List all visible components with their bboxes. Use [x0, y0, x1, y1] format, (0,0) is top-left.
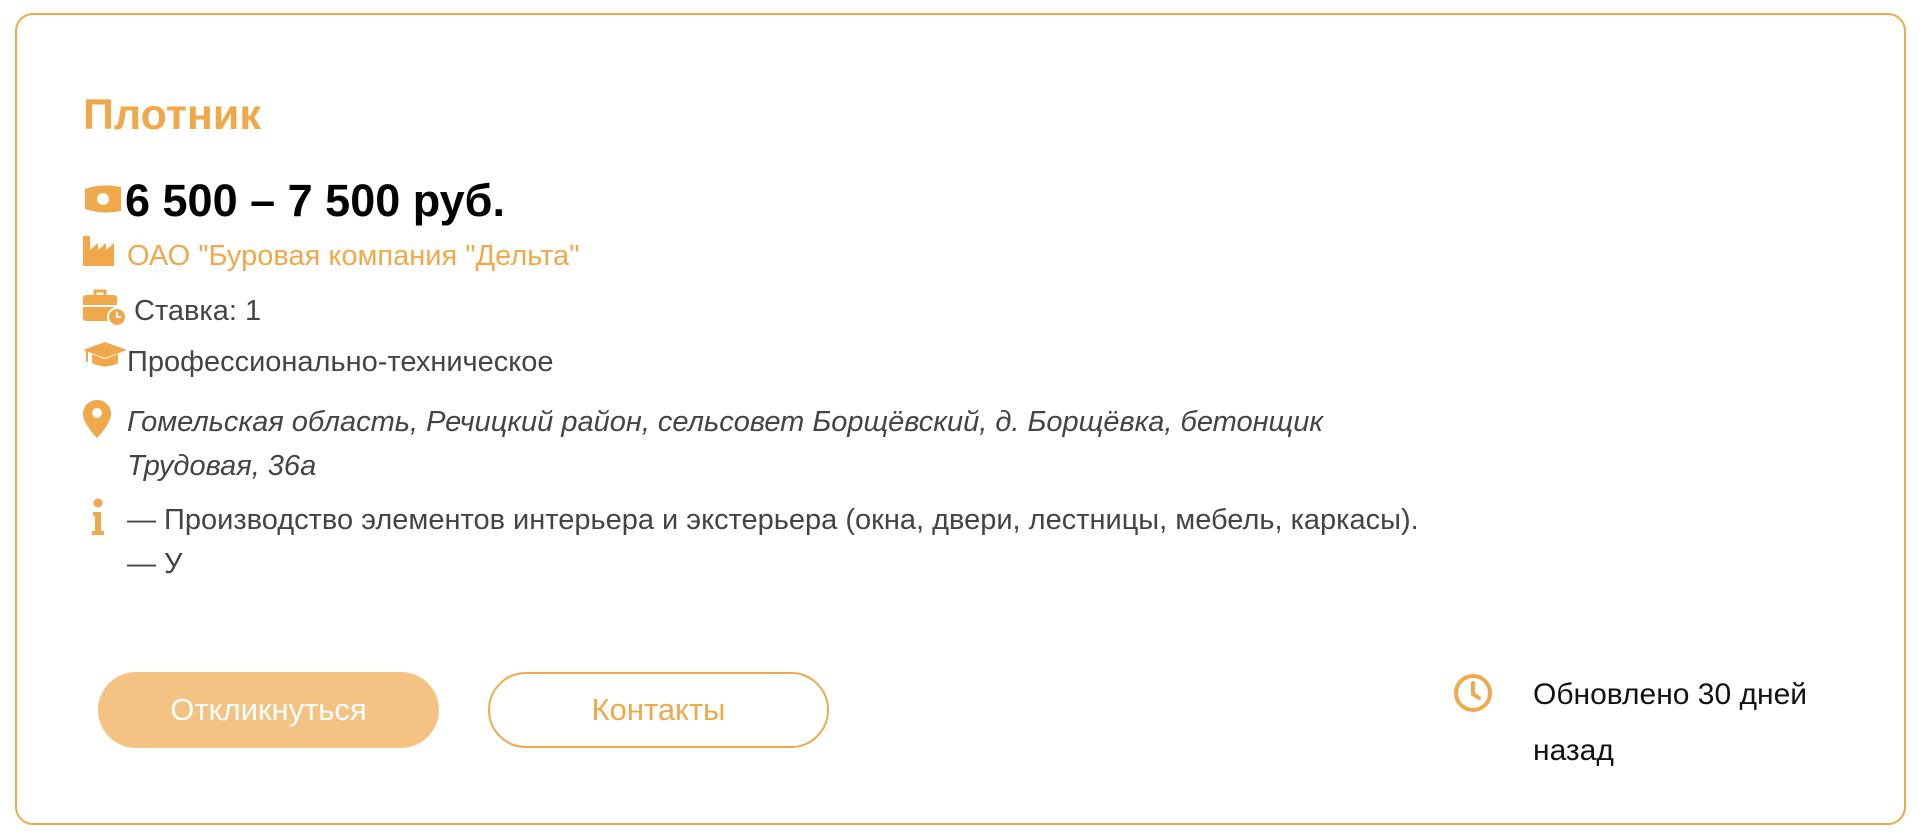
description-text: — Производство элементов интерьера и экс… — [127, 504, 1419, 580]
company-row: ОАО "Буровая компания "Дельта" — [83, 234, 579, 278]
address-row: Гомельская область, Речицкий район, сель… — [83, 400, 1427, 488]
rate-row: Ставка: 1 — [83, 289, 261, 333]
factory-icon — [83, 234, 127, 266]
info-icon — [83, 498, 127, 536]
salary-row: 6 500 – 7 500 руб. — [83, 175, 505, 227]
clock-icon — [1453, 673, 1493, 718]
address-value: Гомельская область, Речицкий район, сель… — [127, 406, 1324, 482]
apply-button[interactable]: Откликнуться — [98, 672, 439, 748]
description-row: — Производство элементов интерьера и экс… — [83, 498, 1427, 586]
salary-value: 6 500 – 7 500 руб. — [125, 175, 505, 226]
map-pin-icon — [83, 400, 127, 438]
updated-info: Обновлено 30 дней назад — [1453, 667, 1853, 779]
graduation-cap-icon — [83, 340, 127, 370]
company-link[interactable]: ОАО "Буровая компания "Дельта" — [127, 234, 579, 278]
briefcase-clock-icon — [83, 289, 127, 327]
vacancy-card: Плотник 6 500 – 7 500 руб. ОАО "Буровая … — [15, 13, 1906, 825]
education-value: Профессионально-техническое — [127, 346, 554, 378]
updated-text: Обновлено 30 дней назад — [1533, 678, 1808, 767]
education-row: Профессионально-техническое — [83, 340, 554, 384]
rate-value: Ставка: 1 — [134, 295, 262, 327]
money-icon — [83, 184, 123, 219]
job-title[interactable]: Плотник — [83, 89, 261, 141]
contacts-button[interactable]: Контакты — [488, 672, 829, 748]
